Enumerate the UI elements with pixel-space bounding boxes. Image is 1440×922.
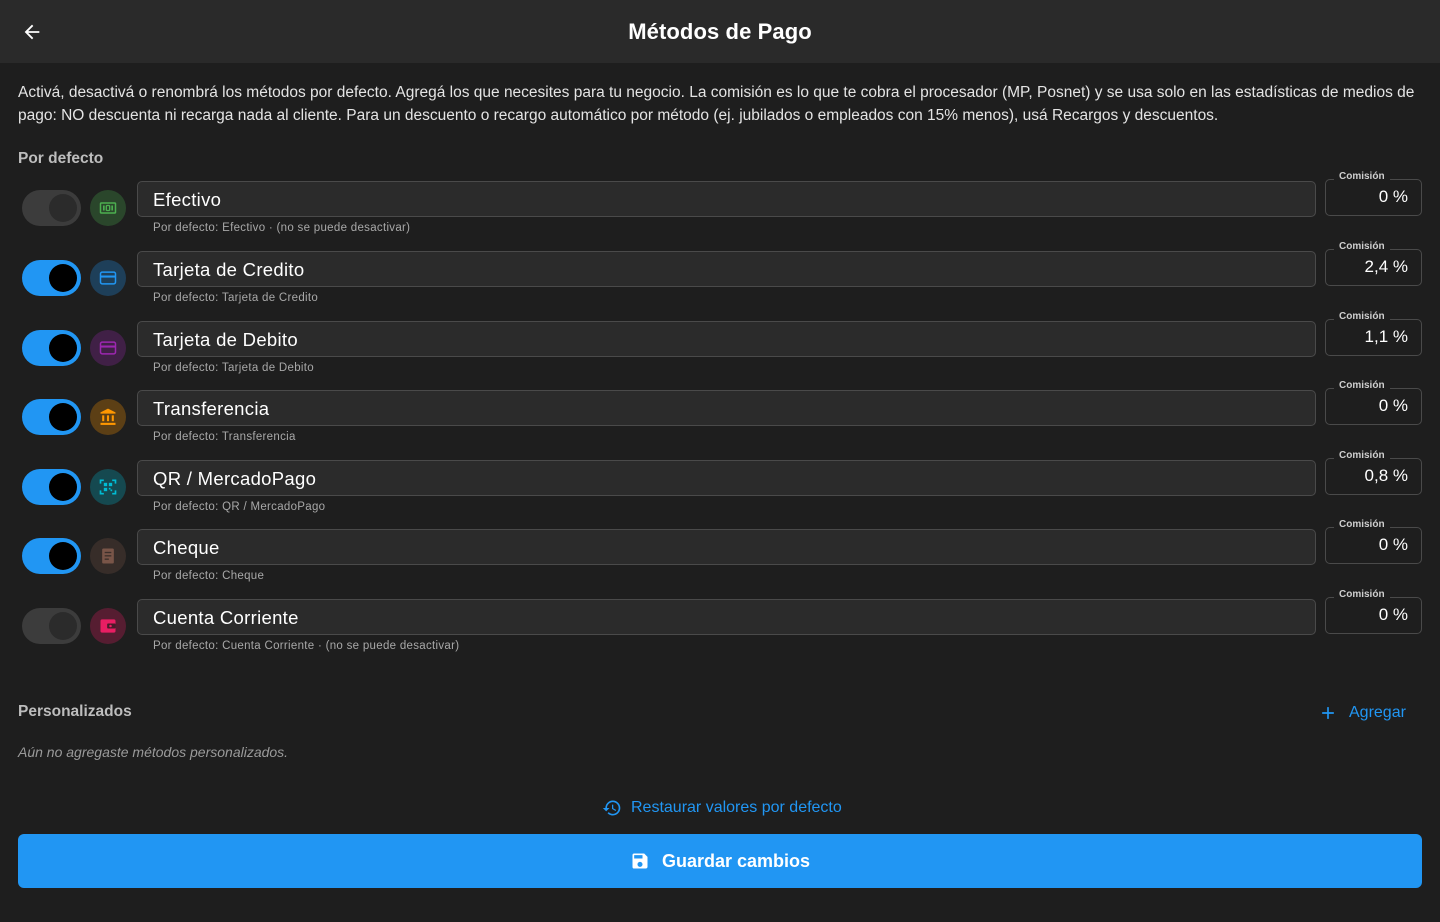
commission-label: Comisión	[1334, 171, 1390, 182]
method-name-input[interactable]: QR / MercadoPago	[137, 460, 1316, 496]
method-icon-badge	[90, 608, 126, 644]
method-helper-text: Por defecto: Cuenta Corriente · (no se p…	[153, 640, 460, 652]
plus-icon	[1322, 707, 1334, 719]
method-helper-text: Por defecto: Tarjeta de Credito	[153, 292, 319, 304]
commission-input[interactable]: Comisión 0 %	[1325, 171, 1422, 216]
payment-method-row: Cheque Por defecto: Cheque Comisión 0 %	[0, 519, 1440, 598]
method-enabled-toggle	[22, 190, 81, 226]
commission-input[interactable]: Comisión 1,1 %	[1325, 311, 1422, 356]
app-bar: Métodos de Pago	[0, 0, 1440, 63]
add-method-label: Agregar	[1349, 704, 1406, 721]
method-enabled-toggle[interactable]	[22, 260, 81, 296]
commission-label: Comisión	[1334, 450, 1390, 461]
commission-label: Comisión	[1334, 241, 1390, 252]
method-name-value: Tarjeta de Credito	[153, 259, 305, 280]
commission-value: 2,4 %	[1364, 257, 1408, 276]
credit-card-icon	[99, 271, 117, 285]
method-icon-badge	[90, 260, 126, 296]
method-enabled-toggle	[22, 608, 81, 644]
toggle-knob	[49, 473, 77, 501]
restore-history-icon	[602, 800, 621, 816]
payment-method-row: Transferencia Por defecto: Transferencia C…	[0, 380, 1440, 459]
method-name-value: Transferencia	[153, 398, 270, 419]
toggle-knob	[49, 334, 77, 362]
commission-label: Comisión	[1334, 589, 1390, 600]
commission-value: 0 %	[1378, 535, 1408, 554]
method-helper-text: Por defecto: Efectivo · (no se puede des…	[153, 222, 411, 234]
commission-input[interactable]: Comisión 2,4 %	[1325, 241, 1422, 286]
restore-defaults-label: Restaurar valores por defecto	[631, 799, 842, 816]
custom-empty-text: Aún no agregaste métodos personalizados.	[18, 744, 289, 760]
save-button-label: Guardar cambios	[661, 850, 811, 871]
method-enabled-toggle[interactable]	[22, 330, 81, 366]
bank-icon	[100, 408, 116, 425]
commission-value: 0 %	[1378, 396, 1408, 415]
arrow-back-icon	[24, 24, 40, 40]
payment-method-row: Tarjeta de Debito Por defecto: Tarjeta de…	[0, 311, 1440, 390]
debit-card-icon	[99, 341, 117, 355]
method-helper-text: Por defecto: Tarjeta de Debito	[153, 362, 314, 374]
commission-value: 1,1 %	[1364, 327, 1408, 346]
method-name-input[interactable]: Cuenta Corriente	[137, 599, 1316, 635]
method-name-value: Cuenta Corriente	[153, 607, 299, 628]
method-enabled-toggle[interactable]	[22, 469, 81, 505]
toggle-knob	[49, 264, 77, 292]
commission-input[interactable]: Comisión 0 %	[1325, 519, 1422, 564]
toggle-knob	[49, 612, 77, 640]
method-name-input[interactable]: Efectivo	[137, 181, 1316, 217]
method-name-value: Tarjeta de Debito	[153, 329, 298, 350]
commission-input[interactable]: Comisión 0 %	[1325, 589, 1422, 634]
toggle-knob	[49, 194, 77, 222]
method-icon-badge	[90, 330, 126, 366]
payment-method-row: Tarjeta de Credito Por defecto: Tarjeta d…	[0, 241, 1440, 320]
commission-label: Comisión	[1334, 380, 1390, 391]
restore-defaults-button[interactable]: Restaurar valores por defecto	[602, 796, 842, 820]
method-helper-text: Por defecto: Transferencia	[153, 431, 296, 443]
commission-input[interactable]: Comisión 0 %	[1325, 380, 1422, 425]
qr-scan-icon	[99, 479, 117, 495]
back-button[interactable]	[12, 12, 52, 52]
method-name-input[interactable]: Tarjeta de Debito	[137, 321, 1316, 357]
method-name-input[interactable]: Tarjeta de Credito	[137, 251, 1316, 287]
method-helper-text: Por defecto: Cheque	[153, 570, 265, 582]
page-title: Métodos de Pago	[628, 18, 812, 44]
toggle-knob	[49, 542, 77, 570]
method-name-value: Cheque	[153, 537, 220, 558]
payment-method-row: QR / MercadoPago Por defecto: QR / Mercad…	[0, 450, 1440, 529]
method-name-input[interactable]: Transferencia	[137, 390, 1316, 426]
method-icon-badge	[90, 190, 126, 226]
commission-value: 0,8 %	[1364, 466, 1408, 485]
method-enabled-toggle[interactable]	[22, 399, 81, 435]
cheque-icon	[102, 548, 114, 564]
method-icon-badge	[90, 399, 126, 435]
custom-section-label: Personalizados	[18, 703, 132, 720]
commission-label: Comisión	[1334, 519, 1390, 530]
payment-method-row: Cuenta Corriente Por defecto: Cuenta Corr…	[0, 589, 1440, 668]
method-icon-badge	[90, 469, 126, 505]
method-icon-badge	[90, 538, 126, 574]
method-name-value: QR / MercadoPago	[153, 468, 317, 489]
payment-method-row: Efectivo Por defecto: Efectivo · (no se p…	[0, 171, 1440, 250]
method-name-value: Efectivo	[153, 189, 222, 210]
save-button[interactable]: Guardar cambios	[18, 834, 1422, 888]
add-method-button[interactable]: Agregar	[1318, 700, 1406, 726]
commission-input[interactable]: Comisión 0,8 %	[1325, 450, 1422, 495]
cash-icon	[99, 202, 117, 214]
save-floppy-icon	[632, 853, 648, 869]
method-enabled-toggle[interactable]	[22, 538, 81, 574]
intro-text: Activá, desactivá o renombrá los métodos…	[18, 84, 1415, 124]
commission-value: 0 %	[1378, 605, 1408, 624]
wallet-icon	[100, 619, 116, 633]
method-helper-text: Por defecto: QR / MercadoPago	[153, 501, 326, 513]
commission-value: 0 %	[1378, 187, 1408, 206]
commission-label: Comisión	[1334, 311, 1390, 322]
method-name-input[interactable]: Cheque	[137, 529, 1316, 565]
toggle-knob	[49, 403, 77, 431]
defaults-section-label: Por defecto	[18, 150, 104, 167]
